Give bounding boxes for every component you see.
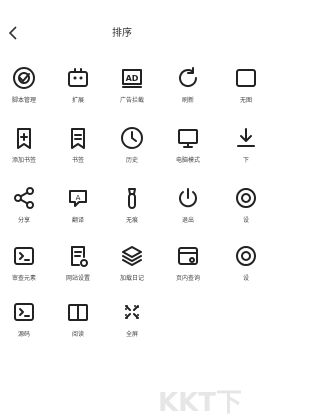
menu-row: 源码 阅读 全屏 xyxy=(0,294,244,350)
menu-item-label: 下 xyxy=(242,157,249,164)
ad-block-icon: AD xyxy=(122,69,142,88)
settings-icon xyxy=(236,188,256,208)
menu-item[interactable]: 刷新 xyxy=(164,60,212,116)
menu-item[interactable]: 审查元素 xyxy=(0,238,48,294)
no-image-icon xyxy=(236,69,256,87)
add-bookmark-icon xyxy=(17,128,31,149)
menu-item-label: 扩展 xyxy=(71,97,84,104)
download-icon xyxy=(237,128,255,147)
reader-icon xyxy=(68,304,88,321)
menu-row: 分享 A 翻译 无痕 退出 设 xyxy=(0,180,256,236)
menu-row: 添加书签 书签 历史 电脑模式 下 xyxy=(0,120,255,176)
menu-item[interactable]: 下 xyxy=(222,120,270,176)
menu-item[interactable]: 分享 xyxy=(0,180,48,236)
menu-item-label: 加载日记 xyxy=(119,275,144,282)
fullscreen-icon xyxy=(125,305,139,319)
bookmark-icon xyxy=(71,128,85,149)
share-icon xyxy=(14,187,34,209)
menu-item-label: 电脑模式 xyxy=(175,157,200,164)
menu-item[interactable]: 无图 xyxy=(222,60,270,116)
svg-text:AD: AD xyxy=(126,74,139,83)
find-in-page-icon xyxy=(178,247,198,265)
menu-item-label: 审查元素 xyxy=(11,275,36,282)
menu-item-label: 设 xyxy=(242,275,249,282)
menu-item-label: 页内查询 xyxy=(175,275,200,282)
menu-item[interactable]: 扩展 xyxy=(54,60,102,116)
menu-item[interactable]: 源码 xyxy=(0,294,48,350)
menu-item-label: 阅读 xyxy=(71,331,84,338)
menu-item[interactable]: 阅读 xyxy=(54,294,102,350)
menu-item[interactable]: 页内查询 xyxy=(164,238,212,294)
menu-item[interactable]: 添加书签 xyxy=(0,120,48,176)
menu-item-label: 广告拦截 xyxy=(119,97,144,104)
menu-item-label: 脚本管理 xyxy=(11,97,36,104)
menu-item-label: 源码 xyxy=(17,331,30,338)
inspect-icon xyxy=(14,247,34,265)
menu-item[interactable]: 脚本管理 xyxy=(0,60,48,116)
menu-row: 审查元素 网站设置 加载日记 页内查询 设 xyxy=(0,238,256,294)
settings-icon xyxy=(236,246,256,266)
refresh-icon xyxy=(179,67,198,87)
menu-item[interactable]: 全屏 xyxy=(108,294,156,350)
menu-item-label: 无图 xyxy=(239,97,252,104)
menu-item-label: 翻译 xyxy=(71,217,84,224)
load-log-icon xyxy=(122,246,142,266)
menu-item[interactable]: 电脑模式 xyxy=(164,120,212,176)
menu-item[interactable]: 历史 xyxy=(108,120,156,176)
power-icon xyxy=(179,188,197,208)
menu-item-label: 网站设置 xyxy=(65,275,90,282)
svg-text:A: A xyxy=(76,194,81,202)
menu-item[interactable]: 设 xyxy=(222,238,270,294)
extension-icon xyxy=(68,68,88,87)
desktop-mode-icon xyxy=(178,129,198,148)
menu-item[interactable]: 退出 xyxy=(164,180,212,236)
menu-item-label: 无痕 xyxy=(125,217,138,224)
menu-item[interactable]: AD 广告拦截 xyxy=(108,60,156,116)
translate-icon: A xyxy=(69,190,87,207)
menu-item-label: 全屏 xyxy=(125,331,138,338)
menu-item[interactable]: 设 xyxy=(222,180,270,236)
site-settings-icon xyxy=(71,246,88,267)
menu-item[interactable]: 无痕 xyxy=(108,180,156,236)
menu-item-label: 退出 xyxy=(181,217,194,224)
menu-item-label: 刷新 xyxy=(181,97,194,104)
menu-item[interactable]: 加载日记 xyxy=(108,238,156,294)
incognito-icon xyxy=(128,188,136,209)
menu-item[interactable]: 网站设置 xyxy=(54,238,102,294)
menu-item-label: 书签 xyxy=(71,157,84,164)
script-icon xyxy=(13,67,35,89)
page-title: 排序 xyxy=(112,28,132,39)
menu-item[interactable]: A 翻译 xyxy=(54,180,102,236)
menu-item-label: 添加书签 xyxy=(11,157,36,164)
menu-item-label: 分享 xyxy=(17,217,30,224)
source-icon xyxy=(14,303,34,321)
menu-item[interactable]: 书签 xyxy=(54,120,102,176)
menu-item-label: 历史 xyxy=(125,157,138,164)
history-icon xyxy=(121,127,143,149)
menu-row: 脚本管理 扩展 AD 广告拦截 刷新 无图 xyxy=(0,60,256,116)
watermark-logo: KKT下 xyxy=(157,388,242,418)
menu-item-label: 设 xyxy=(242,217,249,224)
